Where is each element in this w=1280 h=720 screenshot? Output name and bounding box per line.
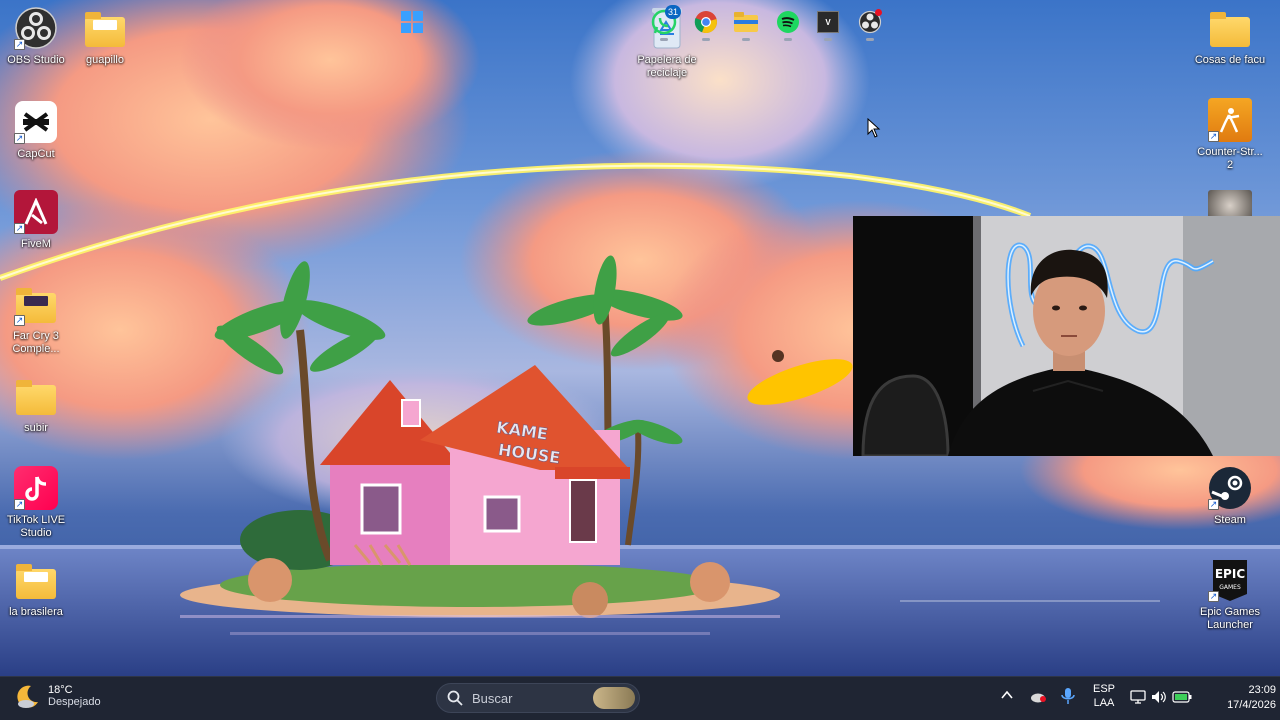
running-indicator (824, 38, 832, 41)
obs-studio-desktop-icon[interactable]: ↗ OBS Studio (0, 6, 72, 67)
guapillo-desktop-icon[interactable]: guapillo (69, 6, 141, 67)
shortcut-arrow-icon: ↗ (1208, 131, 1219, 142)
far-cry-3-desktop-icon[interactable]: ↗ Far Cry 3 Comple... (0, 282, 72, 356)
webcam-overlay[interactable] (853, 216, 1280, 456)
desktop-icon-label: Papelera de reciclaje (637, 54, 697, 79)
desktop-icon-label: Cosas de facu (1194, 54, 1266, 66)
desktop-icon-label: Counter-Str... 2 (1197, 146, 1263, 171)
folder-icon (83, 6, 127, 50)
microphone-button[interactable] (1058, 687, 1078, 707)
spotify-icon (777, 11, 799, 33)
steam-desktop-icon[interactable]: ↗ Steam (1194, 466, 1266, 527)
folder-icon (14, 558, 58, 602)
desktop-icon-label: subir (24, 422, 48, 434)
tray-app-button[interactable] (1028, 688, 1048, 706)
shortcut-arrow-icon: ↗ (14, 39, 25, 50)
steam-icon: ↗ (1208, 466, 1252, 510)
taskbar-search-box[interactable]: Buscar (436, 683, 640, 713)
epic-games-icon: EPIC GAMES ↗ (1208, 558, 1252, 602)
clock-button[interactable]: 23:09 17/4/2026 (1196, 683, 1276, 713)
shortcut-arrow-icon: ↗ (1208, 499, 1219, 510)
battery-icon (1172, 691, 1192, 703)
running-indicator (784, 38, 792, 41)
clock-time: 23:09 (1248, 684, 1276, 696)
taskbar-file-explorer[interactable] (730, 6, 762, 41)
moon-cloud-icon (17, 685, 38, 708)
shortcut-arrow-icon: ↗ (14, 223, 25, 234)
capcut-icon: ↗ (14, 100, 58, 144)
tiktok-live-studio-desktop-icon[interactable]: ↗ TikTok LIVE Studio (0, 466, 72, 540)
partially-hidden-desktop-icon[interactable] (1208, 190, 1252, 216)
whatsapp-badge: 31 (665, 5, 681, 19)
la-brasilera-desktop-icon[interactable]: la brasilera (0, 558, 72, 619)
shortcut-arrow-icon: ↗ (1208, 591, 1219, 602)
cosas-de-facu-desktop-icon[interactable]: Cosas de facu (1194, 6, 1266, 67)
taskbar-gta[interactable]: V (812, 6, 844, 41)
search-highlight-image (593, 687, 635, 709)
running-indicator (702, 38, 710, 41)
fivem-desktop-icon[interactable]: ↗ FiveM (0, 190, 72, 251)
shortcut-arrow-icon: ↗ (14, 315, 25, 326)
desktop-icon-label: Far Cry 3 Comple... (12, 330, 60, 355)
gta-icon: V (817, 11, 839, 33)
taskbar-chrome[interactable] (690, 6, 722, 41)
counter-strike-2-desktop-icon[interactable]: ↗ Counter-Str... 2 (1194, 98, 1266, 172)
tray-cloud-icon (1031, 693, 1046, 703)
running-indicator (866, 38, 874, 41)
fivem-icon: ↗ (14, 190, 58, 234)
desktop-icon-label: Epic Games Launcher (1200, 606, 1260, 631)
svg-text:GAMES: GAMES (1219, 584, 1241, 591)
folder-icon (14, 374, 58, 418)
subir-desktop-icon[interactable]: subir (0, 374, 72, 435)
desktop-icon-label: la brasilera (9, 606, 63, 618)
weather-temperature: 18°C (48, 684, 73, 696)
taskbar-obs[interactable] (854, 6, 886, 41)
microphone-icon (1061, 688, 1075, 704)
taskbar-spotify[interactable] (772, 6, 804, 41)
running-indicator (742, 38, 750, 41)
desktop-icon-label: guapillo (86, 54, 124, 66)
chevron-up-icon (1001, 690, 1013, 699)
volume-icon (1152, 691, 1166, 703)
input-language-button[interactable]: ESP LAA (1088, 682, 1120, 710)
svg-text:EPIC: EPIC (1215, 567, 1245, 581)
epic-games-desktop-icon[interactable]: EPIC GAMES ↗ Epic Games Launcher (1194, 558, 1266, 632)
shortcut-arrow-icon: ↗ (14, 499, 25, 510)
recording-indicator (875, 9, 882, 16)
desktop-icon-label: Steam (1214, 514, 1246, 526)
start-icon (401, 11, 423, 33)
mouse-cursor-icon (867, 118, 881, 138)
folder-icon: ↗ (14, 282, 58, 326)
language-line1: ESP (1092, 683, 1115, 695)
running-indicator (660, 38, 668, 41)
desktop-icon-label: OBS Studio (7, 54, 65, 66)
tiktok-icon: ↗ (14, 466, 58, 510)
weather-condition: Despejado (48, 696, 101, 708)
network-icon (1130, 690, 1146, 704)
start-button[interactable] (396, 6, 428, 38)
desktop-icon-label: FiveM (21, 238, 51, 250)
desktop-icon-label: CapCut (17, 148, 55, 160)
obs-icon: ↗ (14, 6, 58, 50)
desktop-icon-label: TikTok LIVE Studio (6, 514, 66, 539)
show-hidden-icons-button[interactable] (998, 688, 1016, 706)
webcam-feed-image (853, 216, 1280, 456)
folder-icon (1208, 6, 1252, 50)
weather-widget[interactable]: 18°C Despejado (14, 682, 101, 710)
language-line2: LAA (1093, 697, 1115, 709)
capcut-desktop-icon[interactable]: ↗ CapCut (0, 100, 72, 161)
search-icon (447, 690, 463, 706)
clock-date: 17/4/2026 (1227, 699, 1276, 711)
shortcut-arrow-icon: ↗ (14, 133, 25, 144)
taskbar-whatsapp[interactable]: 31 (648, 5, 681, 41)
quick-settings-button[interactable] (1130, 688, 1192, 706)
counter-strike-icon: ↗ (1208, 98, 1252, 142)
chrome-icon (694, 11, 717, 34)
file-explorer-icon (734, 12, 758, 32)
search-placeholder: Buscar (472, 690, 513, 706)
